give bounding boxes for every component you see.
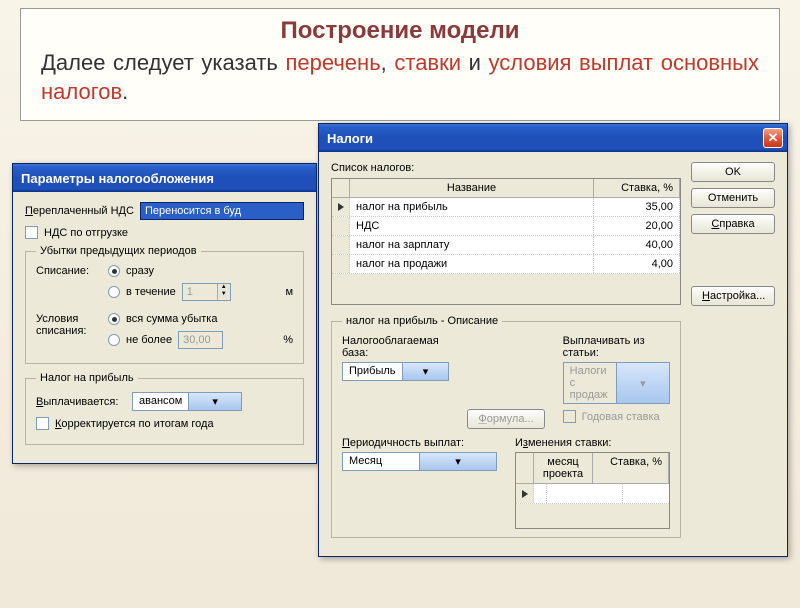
label-overpaid-vat: Переплаченный НДС	[25, 205, 134, 217]
table-row[interactable]: налог на прибыль 35,00	[332, 198, 680, 217]
label-vat-ship: НДС по отгрузке	[44, 227, 128, 239]
label-base: Налогооблагаемая база:	[342, 335, 449, 359]
fieldset-losses: Убытки предыдущих периодов Списание: сра…	[25, 245, 304, 364]
label-paid: Выплачивается:	[36, 396, 126, 408]
label-paystat: Выплачивать из статьи:	[563, 335, 670, 359]
grid-taxes[interactable]: Название Ставка, % налог на прибыль 35,0…	[331, 178, 681, 305]
label-over-time: в течение	[126, 286, 176, 298]
titlebar-text: Параметры налогообложения	[21, 171, 214, 186]
label-no-more: не более	[126, 334, 172, 346]
label-rate-changes: Изменения ставки:	[515, 437, 670, 449]
header-text: Далее следует указать перечень, ставки и…	[41, 49, 759, 106]
label-tax-list: Список налогов:	[331, 162, 681, 174]
overpaid-vat-input[interactable]	[140, 202, 304, 220]
chevron-down-icon[interactable]: ▾	[188, 393, 241, 410]
titlebar-text: Налоги	[327, 131, 373, 146]
grid2-col-rate: Ставка, %	[593, 453, 669, 483]
header-title: Построение модели	[41, 17, 759, 45]
grid2-col-month: месяц проекта	[534, 453, 593, 483]
table-row[interactable]: налог на продажи 4,00	[332, 255, 680, 274]
label-conditions: Условия списания:	[36, 313, 100, 355]
label-writeoff: Списание:	[36, 265, 100, 307]
setup-button[interactable]: Настройка...	[691, 286, 775, 306]
grid-col-name: Название	[350, 179, 594, 197]
legend-losses: Убытки предыдущих периодов	[36, 245, 201, 257]
table-row[interactable]	[516, 484, 669, 504]
fieldset-description: налог на прибыль - Описание Налогооблага…	[331, 315, 681, 538]
grid-col-rate: Ставка, %	[594, 179, 680, 197]
label-immediately: сразу	[126, 265, 154, 277]
fieldset-profit-tax: Налог на прибыль Выплачивается: авансом …	[25, 372, 304, 445]
label-annual-rate: Годовая ставка	[582, 411, 660, 423]
help-button[interactable]: Справка	[691, 214, 775, 234]
radio-full-amount[interactable]	[108, 313, 120, 325]
table-row[interactable]: налог на зарплату 40,00	[332, 236, 680, 255]
spin-duration[interactable]: ▲▼	[182, 283, 231, 301]
checkbox-adjusted[interactable]	[36, 417, 49, 430]
row-marker-icon	[522, 490, 528, 498]
chevron-down-icon[interactable]: ▾	[419, 453, 496, 470]
label-adjusted: Корректируется по итогам года	[55, 418, 214, 430]
checkbox-annual-rate	[563, 410, 576, 423]
ok-button[interactable]: OK	[691, 162, 775, 182]
window-tax-params: Параметры налогообложения Переплаченный …	[12, 163, 317, 464]
radio-immediately[interactable]	[108, 265, 120, 277]
label-full-amount: вся сумма убытка	[126, 313, 217, 325]
row-marker-icon	[338, 203, 344, 211]
table-row[interactable]: НДС 20,00	[332, 217, 680, 236]
unit-months: м	[285, 286, 293, 298]
unit-pct: %	[283, 334, 293, 346]
radio-no-more[interactable]	[108, 334, 120, 346]
chevron-down-icon[interactable]: ▾	[402, 363, 449, 380]
chevron-down-icon: ▾	[616, 363, 669, 403]
legend-description: налог на прибыль - Описание	[342, 315, 502, 327]
titlebar-taxes[interactable]: Налоги ✕	[319, 124, 787, 152]
radio-over-time[interactable]	[108, 286, 120, 298]
titlebar-tax-params[interactable]: Параметры налогообложения	[13, 164, 316, 192]
combo-advance[interactable]: авансом ▾	[132, 392, 242, 411]
window-taxes: Налоги ✕ Список налогов: Название Ставка…	[318, 123, 788, 557]
formula-button: Формула...	[467, 409, 544, 429]
legend-profit-tax: Налог на прибыль	[36, 372, 138, 384]
close-icon[interactable]: ✕	[763, 128, 783, 148]
combo-paystat: Налоги с продаж ▾	[563, 362, 670, 404]
checkbox-vat-ship[interactable]	[25, 226, 38, 239]
combo-periodicity[interactable]: Месяц ▾	[342, 452, 497, 471]
cancel-button[interactable]: Отменить	[691, 188, 775, 208]
header-box: Построение модели Далее следует указать …	[20, 8, 780, 121]
input-no-more[interactable]	[178, 331, 223, 349]
grid-rate-changes[interactable]: месяц проекта Ставка, %	[515, 452, 670, 529]
combo-base[interactable]: Прибыль ▾	[342, 362, 449, 381]
label-periodicity: Периодичность выплат:	[342, 437, 497, 449]
